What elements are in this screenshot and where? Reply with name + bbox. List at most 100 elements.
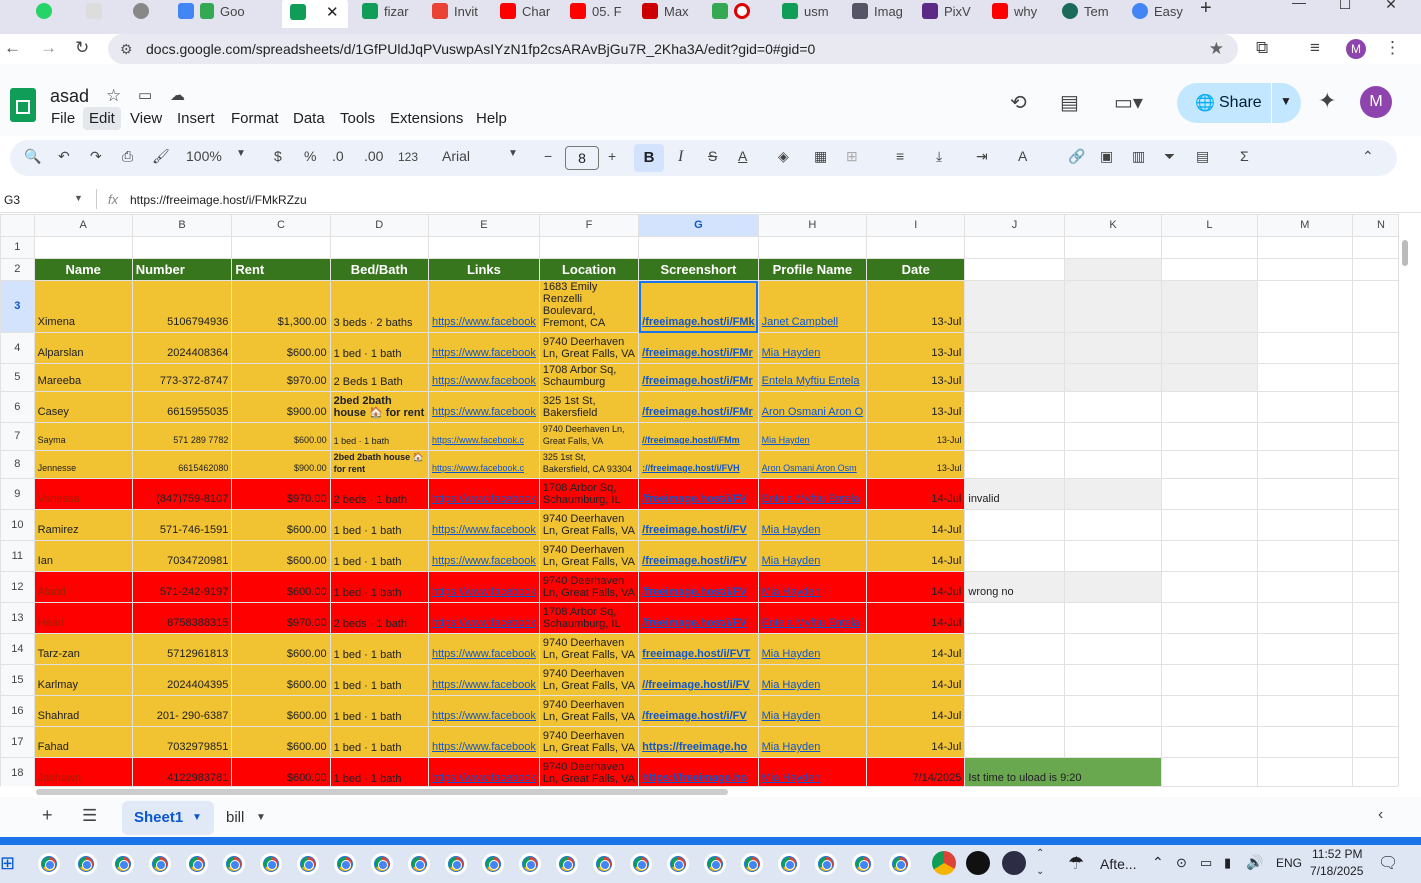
star-icon[interactable]: ☆	[106, 86, 121, 106]
screenshot-link-cell[interactable]: /freeimage.host/i/FMr	[638, 363, 759, 392]
number-cell[interactable]: 6615955035	[131, 391, 233, 423]
location-cell[interactable]: 9740 Deerhaven Ln, Great Falls, VA	[538, 664, 640, 696]
browser-tab[interactable]: Char	[500, 0, 560, 22]
browser-tab[interactable]: Easy	[1132, 0, 1192, 22]
row-header[interactable]: 8	[0, 450, 35, 479]
tray-icon[interactable]: ⊙	[1176, 855, 1187, 871]
header-number[interactable]: Number	[131, 258, 233, 281]
column-header[interactable]: D	[329, 214, 429, 237]
profile-name-cell[interactable]: Mia Hayden	[757, 540, 868, 572]
name-cell[interactable]: Ian	[33, 540, 133, 572]
menu-view[interactable]: View	[130, 110, 162, 127]
chrome-profile-icon[interactable]	[889, 853, 911, 875]
screenshot-link-cell[interactable]: freeimage.host/i/FVT	[638, 633, 759, 665]
network-icon[interactable]: ▭	[1200, 855, 1212, 871]
header-bedbath[interactable]: Bed/Bath	[329, 258, 429, 281]
borders-icon[interactable]: ▦	[814, 148, 827, 165]
paint-format-icon[interactable]: 🖌	[152, 148, 170, 165]
cell[interactable]	[1256, 726, 1354, 758]
location-cell[interactable]: 1708 Arbor Sq, Schaumburg	[538, 363, 640, 392]
cell[interactable]	[1256, 540, 1354, 572]
zoom-select[interactable]: 100%	[186, 148, 222, 164]
url-field[interactable]: ⚙ docs.google.com/spreadsheets/d/1GfPUld…	[108, 34, 1238, 64]
header-links[interactable]: Links	[427, 258, 540, 281]
cell[interactable]	[1256, 363, 1354, 392]
insert-comment-icon[interactable]: ▣	[1100, 148, 1113, 165]
profile-name-cell[interactable]: Janet Campbell	[757, 280, 868, 333]
chrome-profile-icon[interactable]	[408, 853, 430, 875]
name-cell[interactable]: Jashawn	[33, 757, 133, 786]
rent-cell[interactable]: $600.00	[231, 540, 331, 572]
bookmark-star-icon[interactable]: ★	[1209, 34, 1224, 64]
screenshot-link-cell[interactable]: https://freeimage.ho	[638, 726, 759, 758]
link-cell[interactable]: https://www.facebook	[427, 695, 540, 727]
number-cell[interactable]: 7032979851	[131, 726, 233, 758]
row-header[interactable]: 4	[0, 332, 35, 364]
browser-tab[interactable]: why	[992, 0, 1052, 22]
row-header[interactable]: 14	[0, 633, 35, 665]
name-cell[interactable]: Ximena	[33, 280, 133, 333]
browser-tab[interactable]: usm	[782, 0, 842, 22]
collapse-toolbar-icon[interactable]: ⌃	[1362, 148, 1374, 165]
rent-cell[interactable]: $600.00	[231, 726, 331, 758]
profile-name-cell[interactable]: Mia Hayden	[757, 757, 868, 786]
link-cell[interactable]: https://www.facebook	[427, 571, 540, 603]
location-cell[interactable]: 325 1st St, Bakersfield, CA 93304	[538, 450, 640, 479]
location-cell[interactable]: 1683 Emily Renzelli Boulevard, Fremont, …	[538, 280, 640, 333]
gemini-icon[interactable]: ✦	[1318, 88, 1336, 114]
row-header[interactable]: 18	[0, 757, 35, 786]
cell[interactable]	[1063, 258, 1163, 281]
bedbath-cell[interactable]: 3 beds · 2 baths	[329, 280, 429, 333]
vertical-scrollbar[interactable]	[1398, 214, 1410, 786]
date-cell[interactable]: 13-Jul	[866, 391, 966, 423]
cell[interactable]	[1063, 540, 1163, 572]
rent-cell[interactable]: $600.00	[231, 633, 331, 665]
browser-menu-icon[interactable]: ⋮	[1384, 38, 1401, 58]
bedbath-cell[interactable]: 1 bed · 1 bath	[329, 726, 429, 758]
chrome-profile-icon[interactable]	[334, 853, 356, 875]
cell[interactable]	[1256, 757, 1354, 786]
row-header[interactable]: 3	[0, 280, 35, 333]
name-cell[interactable]: Aland	[33, 571, 133, 603]
rent-cell[interactable]: $900.00	[231, 391, 331, 423]
row-header[interactable]: 2	[0, 258, 35, 281]
location-cell[interactable]: 9740 Deerhaven Ln, Great Falls, VA	[538, 633, 640, 665]
link-cell[interactable]: https://www.facebook	[427, 391, 540, 423]
chrome-profile-icon[interactable]	[297, 853, 319, 875]
profile-name-cell[interactable]: Aron Osmani Aron O	[757, 391, 868, 423]
cell[interactable]	[1161, 571, 1258, 603]
back-icon[interactable]: ←	[4, 38, 21, 58]
number-cell[interactable]: 6615462080	[131, 450, 233, 479]
profile-avatar[interactable]: M	[1346, 39, 1366, 59]
number-cell[interactable]: 201- 290-6387	[131, 695, 233, 727]
date-cell[interactable]: 13-Jul	[866, 280, 966, 333]
rent-cell[interactable]: $600.00	[231, 695, 331, 727]
cell[interactable]	[1161, 450, 1258, 479]
chrome-profile-icon[interactable]	[778, 853, 800, 875]
bedbath-cell[interactable]: 2bed 2bath house 🏠 for rent	[329, 391, 429, 423]
profile-name-cell[interactable]: Entela Myftiu Entela	[757, 602, 868, 634]
link-cell[interactable]: https://www.facebook	[427, 757, 540, 786]
bedbath-cell[interactable]: 1 bed · 1 bath	[329, 664, 429, 696]
rent-cell[interactable]: $600.00	[231, 509, 331, 541]
cell[interactable]	[964, 258, 1065, 281]
name-cell[interactable]: Shahrad	[33, 695, 133, 727]
name-cell[interactable]: Vanessa	[33, 478, 133, 510]
profile-name-cell[interactable]: Aron Osmani Aron Osm	[757, 450, 868, 479]
row-header[interactable]: 1	[0, 236, 35, 259]
screenshot-link-cell[interactable]: //freeimage.host/i/FV	[638, 664, 759, 696]
link-cell[interactable]: https://www.facebook	[427, 540, 540, 572]
name-cell[interactable]: Sayma	[33, 422, 133, 451]
browser-tab[interactable]	[133, 0, 155, 22]
bedbath-cell[interactable]: 1 bed · 1 bath	[329, 422, 429, 451]
note-cell[interactable]	[964, 422, 1065, 451]
cell[interactable]	[1161, 664, 1258, 696]
row-header[interactable]: 13	[0, 602, 35, 634]
functions-icon[interactable]: Σ	[1240, 148, 1249, 164]
search-icon[interactable]: 🔍	[24, 148, 41, 165]
select-all-corner[interactable]	[0, 214, 35, 237]
capcut-icon[interactable]	[966, 851, 990, 875]
move-folder-icon[interactable]: ▭	[138, 86, 152, 104]
share-dropdown-icon[interactable]: ▼	[1280, 94, 1292, 108]
number-cell[interactable]: 5106794936	[131, 280, 233, 333]
